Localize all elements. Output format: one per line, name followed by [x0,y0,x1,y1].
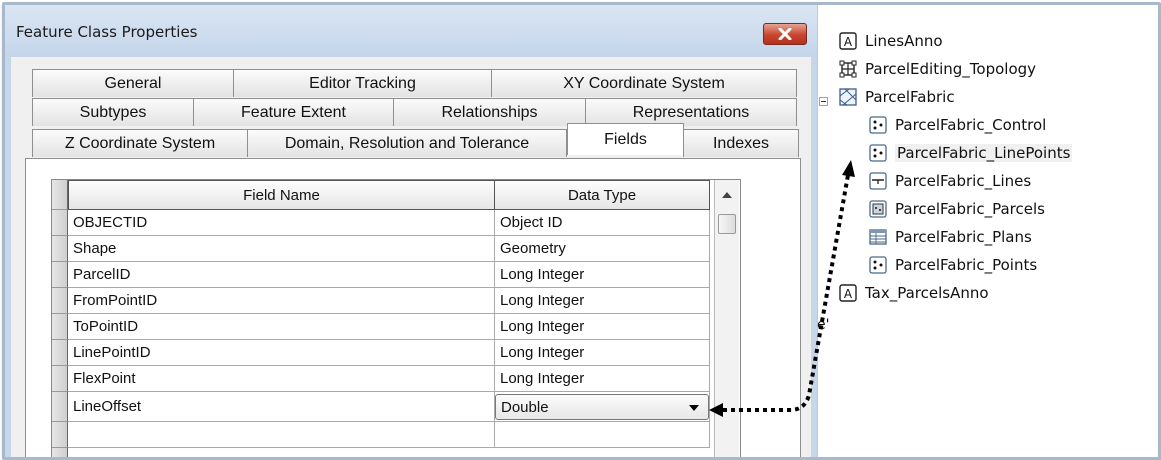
dialog-content: General Editor Tracking XY Coordinate Sy… [11,57,811,457]
field-name-cell[interactable]: ToPointID [68,314,495,340]
field-name-cell[interactable]: OBJECTID [68,210,495,236]
column-header-data-type[interactable]: Data Type [494,180,710,210]
data-type-cell[interactable]: Long Integer [495,288,710,314]
tab-representations[interactable]: Representations [585,98,797,126]
screenshot-frame: Feature Class Properties General Editor … [2,2,1161,460]
row-selector[interactable] [52,236,68,262]
data-type-dropdown-value: Double [501,398,549,416]
row-selector[interactable] [52,262,68,288]
field-name-cell[interactable]: ParcelID [68,262,495,288]
field-name-cell[interactable]: LinePointID [68,340,495,366]
tree-item-tax-parcelsanno[interactable]: A Tax_ParcelsAnno [838,282,989,304]
point-feature-class-icon [868,255,888,275]
dropdown-arrow-icon[interactable] [689,405,699,411]
row-selector[interactable] [52,314,68,340]
tab-domain-resolution-tolerance[interactable]: Domain, Resolution and Tolerance [247,129,567,157]
data-type-dropdown[interactable]: Double [495,394,709,420]
tree-item-parcelfabric[interactable]: ParcelFabric [838,86,955,108]
tree-item-parcelfabric-lines[interactable]: ParcelFabric_Lines [868,170,1031,192]
tree-item-parcelediting-topology[interactable]: ParcelEditing_Topology [838,58,1036,80]
point-feature-class-icon [868,143,888,163]
topology-icon [838,59,858,79]
tab-relationships[interactable]: Relationships [393,98,586,126]
fields-grid: Field Name Data Type OBJECTID Object ID … [51,179,741,457]
scroll-up-arrow-icon[interactable] [722,192,732,198]
tab-subtypes[interactable]: Subtypes [32,98,194,126]
tree-item-parcelfabric-plans[interactable]: ParcelFabric_Plans [868,226,1032,248]
svg-text:A: A [844,35,853,49]
field-name-cell[interactable]: LineOffset [68,392,495,422]
field-name-cell[interactable]: Shape [68,236,495,262]
catalog-tree: A LinesAnno ParcelEditing_Topology Parce… [817,5,1158,457]
feature-class-properties-dialog: Feature Class Properties General Editor … [5,5,817,457]
collapse-icon[interactable] [819,97,828,106]
tab-general[interactable]: General [32,69,234,97]
row-selector[interactable] [52,392,68,422]
tree-item-parcelfabric-control[interactable]: ParcelFabric_Control [868,114,1046,136]
row-selector[interactable] [52,340,68,366]
field-name-cell[interactable]: FromPointID [68,288,495,314]
tab-xy-coordinate-system[interactable]: XY Coordinate System [491,69,797,97]
tab-indexes[interactable]: Indexes [683,129,799,157]
data-type-cell[interactable]: Object ID [495,210,710,236]
tab-editor-tracking[interactable]: Editor Tracking [233,69,492,97]
data-type-cell[interactable]: Long Integer [495,314,710,340]
tab-feature-extent[interactable]: Feature Extent [193,98,394,126]
svg-text:A: A [844,287,853,301]
tree-item-parcelfabric-points[interactable]: ParcelFabric_Points [868,254,1037,276]
empty-data-type-cell[interactable] [495,422,710,448]
data-type-cell[interactable]: Geometry [495,236,710,262]
tree-item-parcelfabric-linepoints[interactable]: ParcelFabric_LinePoints [868,142,1073,164]
data-type-cell[interactable]: Long Integer [495,366,710,392]
annotation-icon: A [838,283,858,303]
table-icon [868,227,888,247]
column-header-field-name[interactable]: Field Name [68,180,495,210]
point-feature-class-icon [868,115,888,135]
row-selector[interactable] [52,448,68,457]
annotation-icon: A [838,31,858,51]
row-selector[interactable] [52,288,68,314]
title-bar[interactable]: Feature Class Properties [5,5,817,57]
data-type-cell[interactable]: Long Integer [495,340,710,366]
tab-fields[interactable]: Fields [567,123,684,155]
empty-field-name-cell[interactable] [68,422,495,448]
data-type-cell[interactable]: Long Integer [495,262,710,288]
row-selector[interactable] [52,422,68,448]
polygon-feature-class-icon [868,199,888,219]
field-name-cell[interactable]: FlexPoint [68,366,495,392]
row-selector[interactable] [52,210,68,236]
dialog-title: Feature Class Properties [16,23,198,41]
tree-item-parcelfabric-parcels[interactable]: ParcelFabric_Parcels [868,198,1045,220]
close-button[interactable] [763,23,807,45]
line-feature-class-icon [868,171,888,191]
tab-z-coordinate-system[interactable]: Z Coordinate System [32,129,248,157]
tree-item-linesanno[interactable]: A LinesAnno [838,30,943,52]
parcel-fabric-icon [838,87,858,107]
close-icon [778,28,792,40]
scrollbar-thumb[interactable] [718,214,736,234]
row-selector[interactable] [52,366,68,392]
grid-vertical-scrollbar[interactable] [714,180,739,457]
grid-corner [52,180,68,210]
truncated-text-fragment: e' [817,317,830,333]
